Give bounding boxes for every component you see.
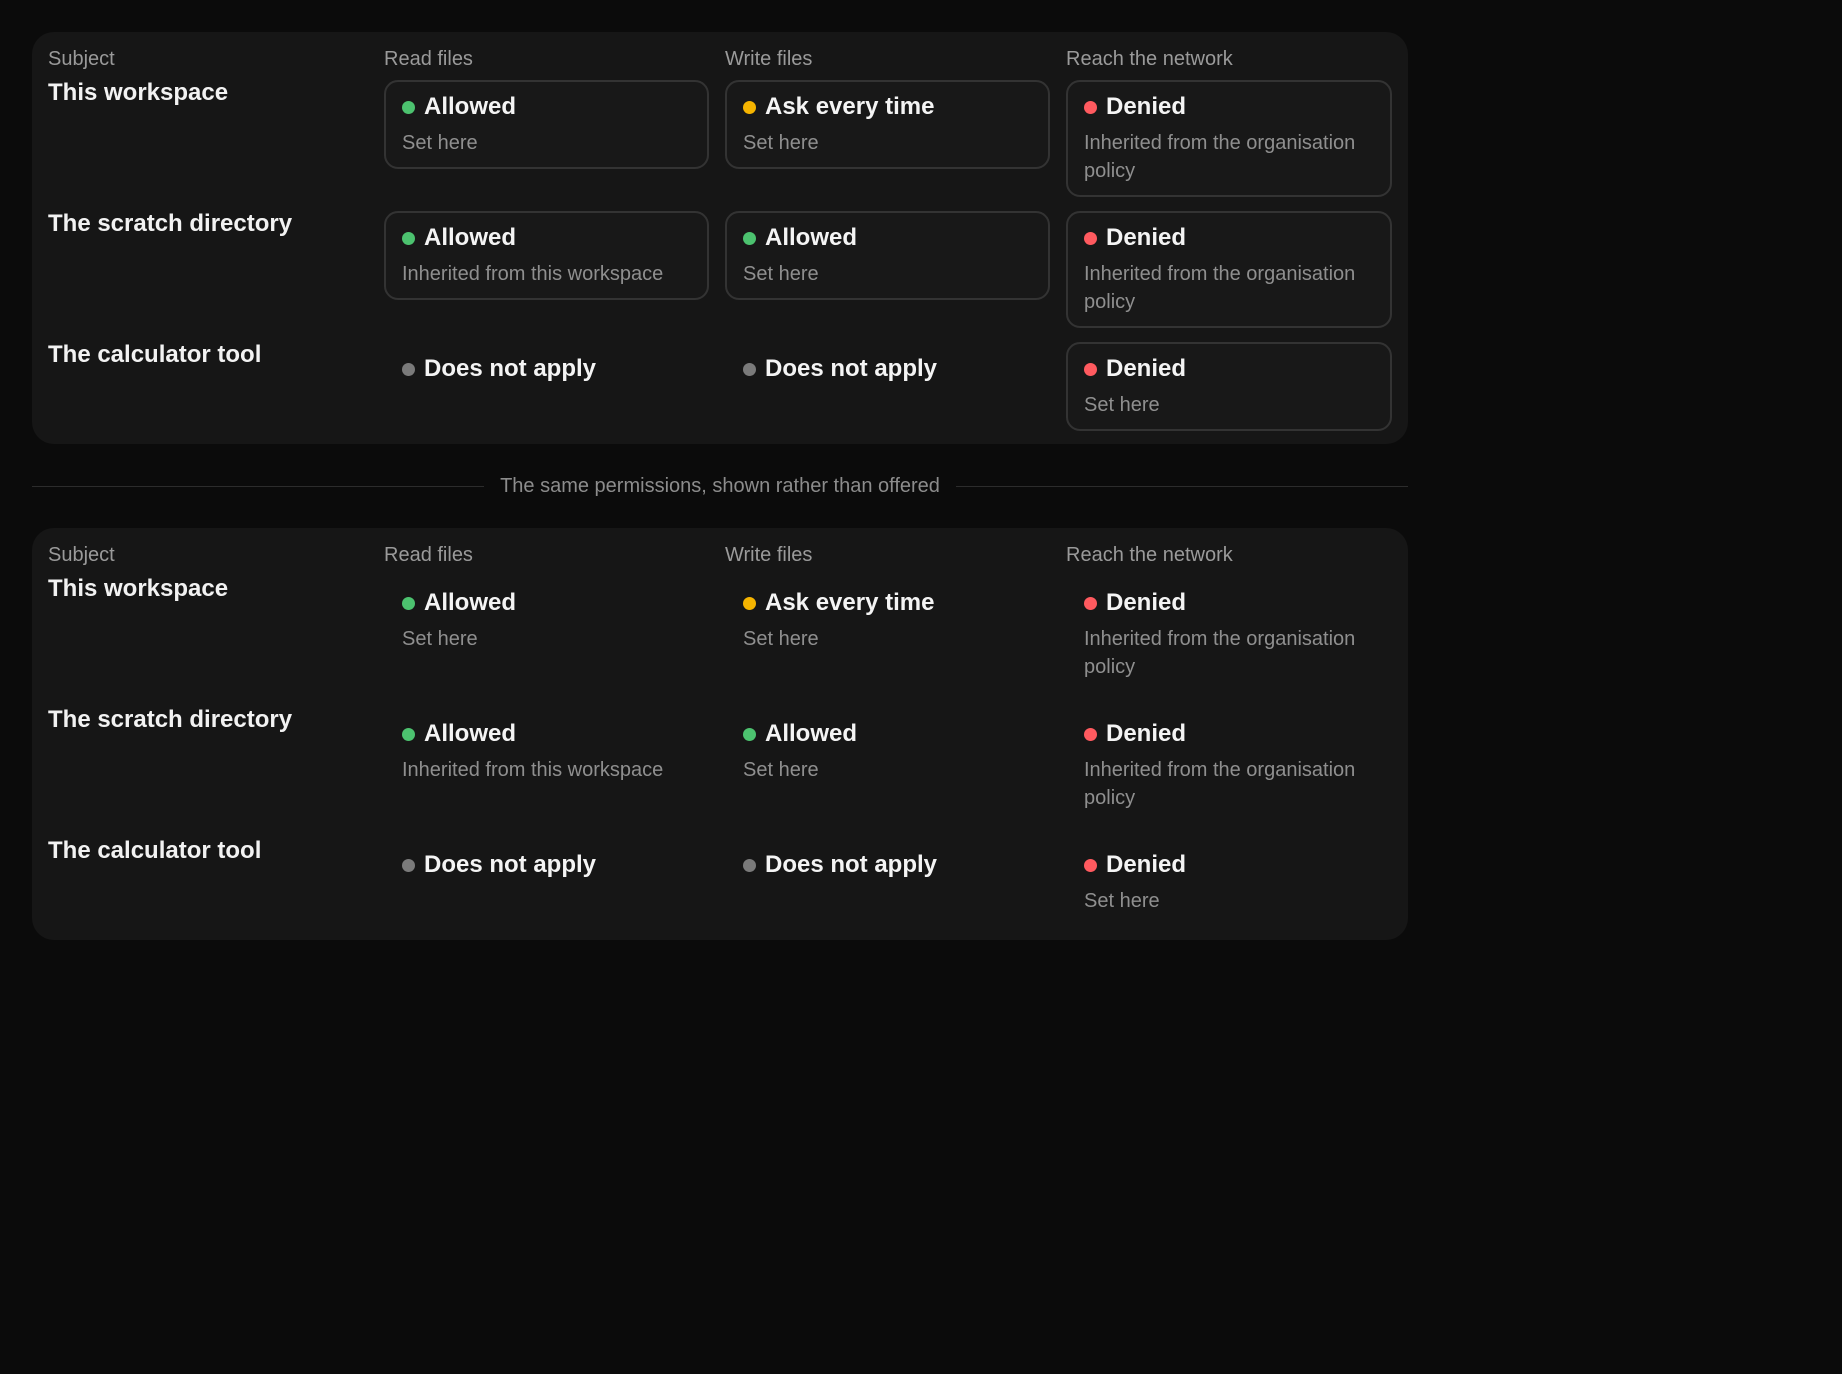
permission-cell-static: Does not apply — [725, 342, 1050, 402]
column-header-write-files: Write files — [725, 48, 813, 70]
permissions-grid: Subject Read files Write files Reach the… — [48, 42, 1392, 438]
permissions-table-shown: Subject Read files Write files Reach the… — [32, 528, 1408, 940]
permission-status: Denied — [1106, 851, 1187, 878]
permission-source: Set here — [402, 132, 478, 154]
permission-status: Denied — [1106, 720, 1187, 747]
permission-source: Set here — [1084, 890, 1160, 912]
status-dot-icon — [402, 100, 415, 114]
permission-status: Denied — [1106, 589, 1187, 616]
permission-status: Does not apply — [765, 851, 938, 878]
permission-source: Inherited from the organisation policy — [1084, 132, 1356, 182]
status-dot-icon — [402, 231, 415, 245]
permission-cell-static: Ask every time Set here — [725, 576, 1050, 665]
status-dot-icon — [743, 362, 756, 376]
permission-cell-button[interactable]: Allowed Inherited from this workspace — [384, 211, 709, 300]
permission-status: Denied — [1106, 355, 1187, 382]
status-dot-icon — [402, 596, 415, 610]
status-dot-icon — [743, 231, 756, 245]
divider-line — [955, 485, 1409, 487]
permission-source: Inherited from the organisation policy — [1084, 628, 1356, 678]
column-header-read-files: Read files — [384, 544, 473, 566]
permission-cell-static: Does not apply — [725, 838, 1050, 898]
permission-status: Allowed — [424, 589, 517, 616]
status-dot-icon — [743, 100, 756, 114]
row-subject: This workspace — [48, 575, 229, 602]
permission-status: Denied — [1106, 224, 1187, 251]
status-dot-icon — [743, 727, 756, 741]
column-header-subject: Subject — [48, 544, 115, 566]
permission-cell-static: Denied Inherited from the organisation p… — [1066, 707, 1392, 824]
status-dot-icon — [402, 362, 415, 376]
column-header-write-files: Write files — [725, 544, 813, 566]
column-header-subject: Subject — [48, 48, 115, 70]
column-header-reach-network: Reach the network — [1066, 48, 1233, 70]
permission-status: Allowed — [424, 720, 517, 747]
permission-cell-button[interactable]: Denied Set here — [1066, 342, 1392, 431]
status-dot-icon — [1084, 596, 1097, 610]
permission-cell-button[interactable]: Denied Inherited from the organisation p… — [1066, 80, 1392, 197]
permission-cell-static: Allowed Set here — [725, 707, 1050, 796]
permissions-page: Subject Read files Write files Reach the… — [32, 32, 1409, 940]
row-subject: The scratch directory — [48, 706, 293, 733]
permission-cell-button[interactable]: Denied Inherited from the organisation p… — [1066, 211, 1392, 328]
row-subject: The scratch directory — [48, 210, 293, 237]
status-dot-icon — [402, 858, 415, 872]
status-dot-icon — [1084, 858, 1097, 872]
permissions-grid: Subject Read files Write files Reach the… — [48, 538, 1392, 934]
permission-source: Set here — [743, 263, 819, 285]
permission-status: Does not apply — [424, 851, 597, 878]
permission-status: Ask every time — [765, 589, 935, 616]
permission-source: Set here — [743, 132, 819, 154]
divider-line — [32, 485, 485, 487]
permission-status: Allowed — [765, 224, 858, 251]
permission-source: Inherited from this workspace — [402, 759, 664, 781]
status-dot-icon — [1084, 362, 1097, 376]
permission-source: Inherited from the organisation policy — [1084, 263, 1356, 313]
column-header-reach-network: Reach the network — [1066, 544, 1233, 566]
row-subject: The calculator tool — [48, 341, 262, 368]
permission-cell-static: Denied Set here — [1066, 838, 1392, 927]
permission-source: Set here — [402, 628, 478, 650]
permission-status: Allowed — [424, 93, 517, 120]
permission-source: Inherited from this workspace — [402, 263, 664, 285]
permission-status: Allowed — [424, 224, 517, 251]
status-dot-icon — [743, 596, 756, 610]
permissions-table-offered: Subject Read files Write files Reach the… — [32, 32, 1408, 444]
divider-label: The same permissions, shown rather than … — [500, 474, 940, 497]
permission-source: Set here — [743, 759, 819, 781]
permission-cell-button[interactable]: Ask every time Set here — [725, 80, 1050, 169]
permission-status: Does not apply — [765, 355, 938, 382]
row-subject: The calculator tool — [48, 837, 262, 864]
permission-cell-static: Allowed Set here — [384, 576, 709, 665]
permission-cell-static: Does not apply — [384, 838, 709, 898]
permission-status: Allowed — [765, 720, 858, 747]
permission-source: Set here — [743, 628, 819, 650]
column-header-read-files: Read files — [384, 48, 473, 70]
permission-source: Inherited from the organisation policy — [1084, 759, 1356, 809]
permission-cell-static: Does not apply — [384, 342, 709, 402]
permission-source: Set here — [1084, 394, 1160, 416]
permission-status: Denied — [1106, 93, 1187, 120]
permission-status: Does not apply — [424, 355, 597, 382]
status-dot-icon — [402, 727, 415, 741]
section-divider: The same permissions, shown rather than … — [32, 444, 1409, 528]
status-dot-icon — [1084, 231, 1097, 245]
row-subject: This workspace — [48, 79, 229, 106]
status-dot-icon — [743, 858, 756, 872]
status-dot-icon — [1084, 100, 1097, 114]
permission-status: Ask every time — [765, 93, 935, 120]
permission-cell-static: Denied Inherited from the organisation p… — [1066, 576, 1392, 693]
status-dot-icon — [1084, 727, 1097, 741]
permission-cell-static: Allowed Inherited from this workspace — [384, 707, 709, 796]
permission-cell-button[interactable]: Allowed Set here — [384, 80, 709, 169]
permission-cell-button[interactable]: Allowed Set here — [725, 211, 1050, 300]
